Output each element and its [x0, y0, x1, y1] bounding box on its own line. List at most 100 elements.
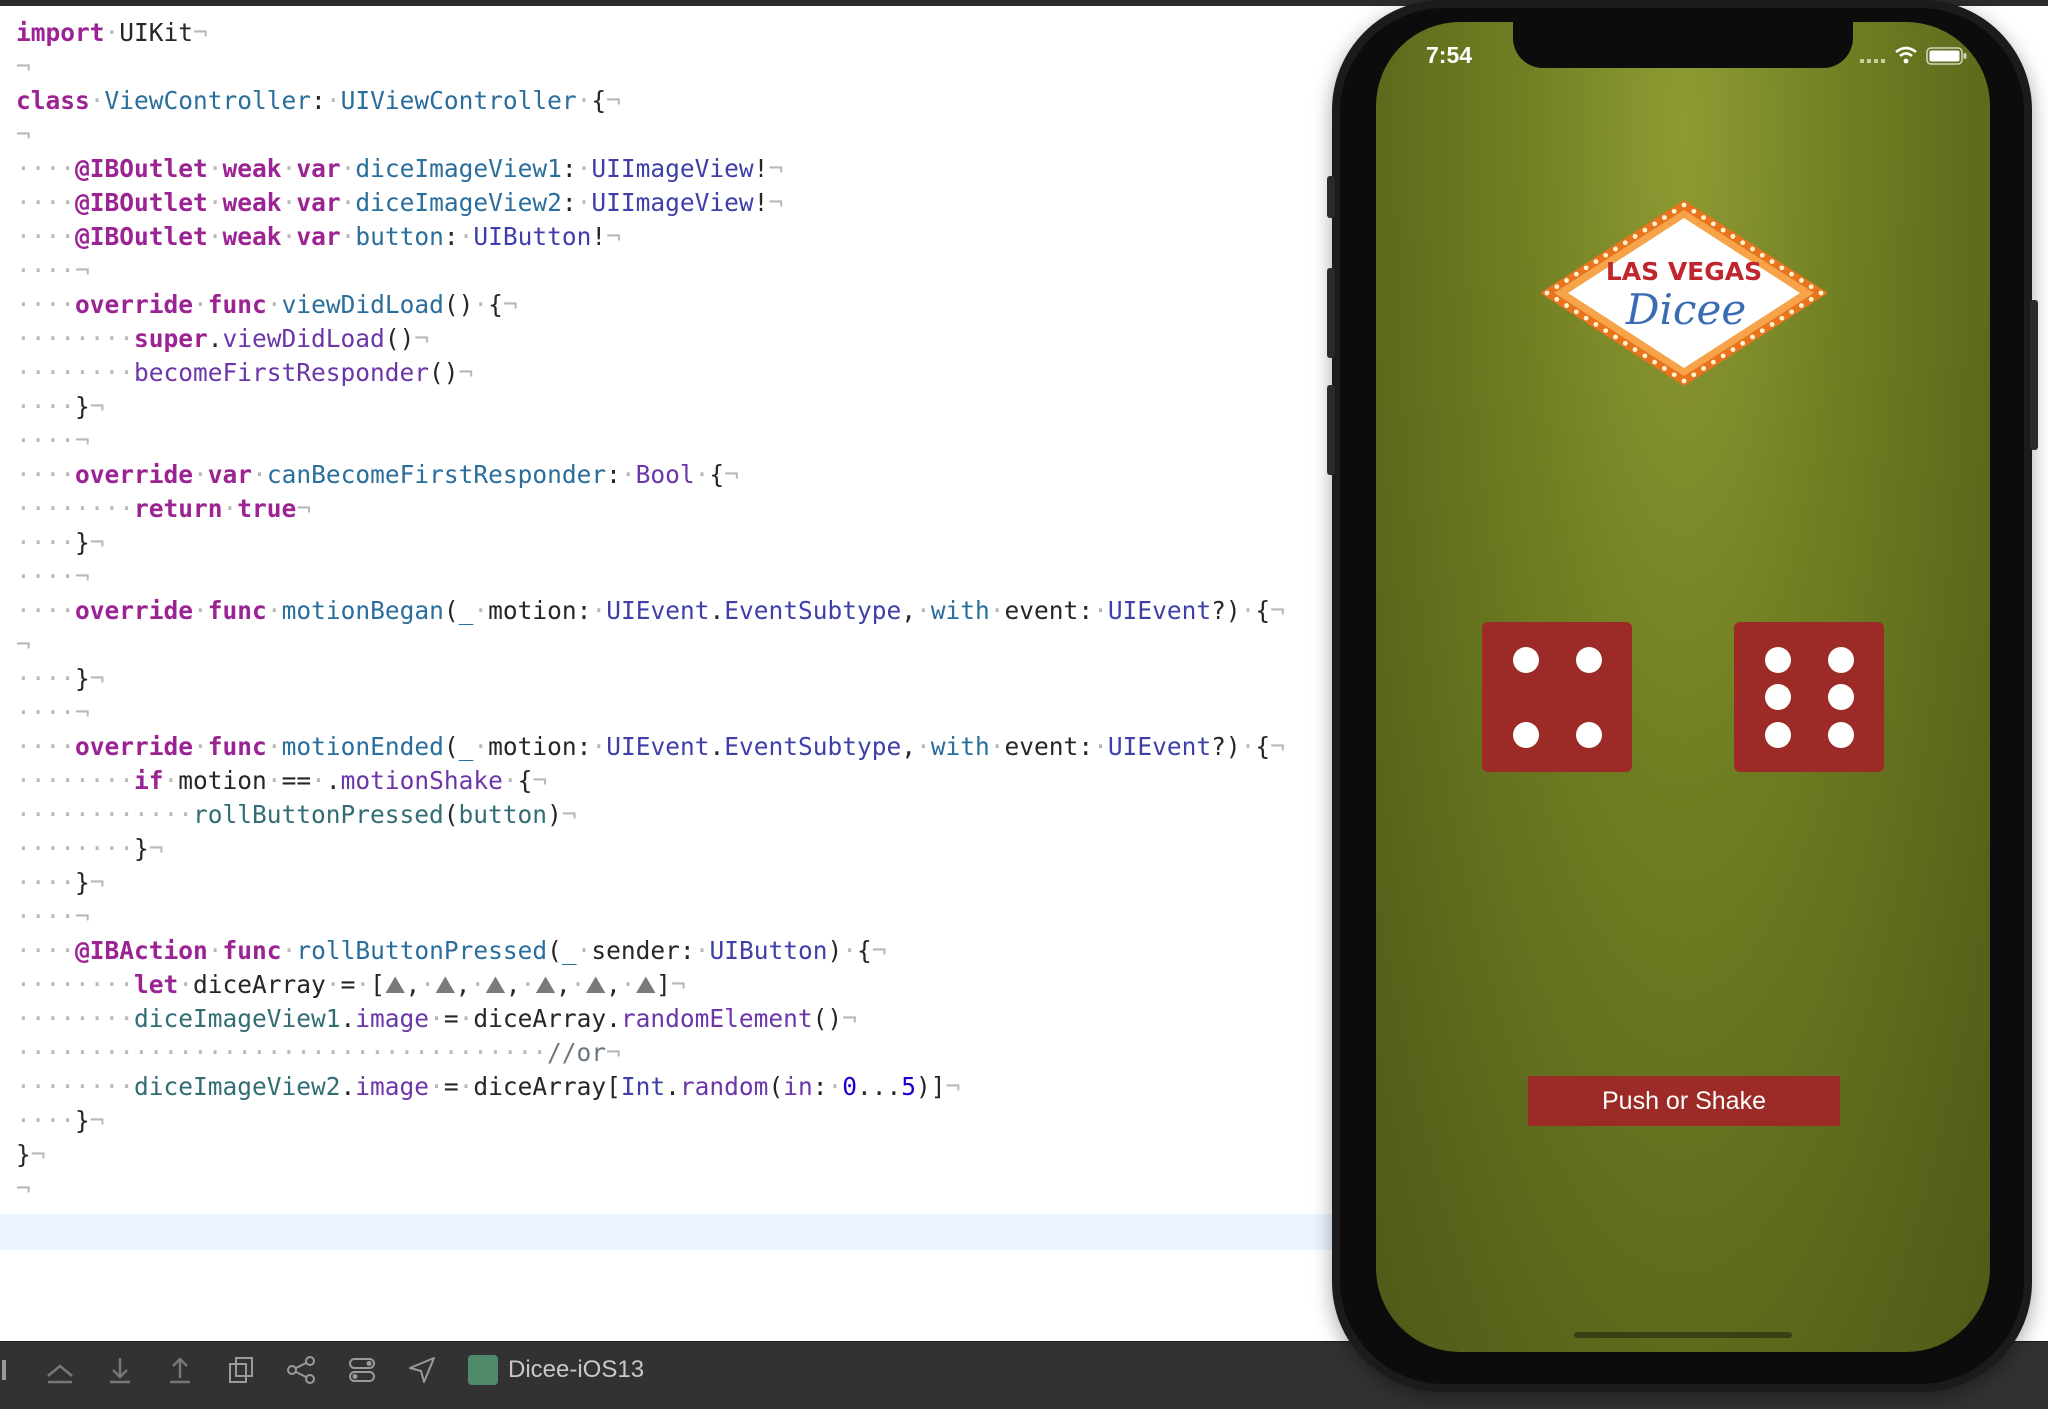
code-token: ·: [576, 86, 592, 115]
code-token: weak: [222, 222, 282, 251]
code-token: with: [930, 732, 990, 761]
code-token: true: [237, 494, 297, 523]
code-token: becomeFirstResponder: [134, 358, 430, 387]
code-token: ·: [325, 86, 341, 115]
memory-graph-icon[interactable]: [284, 1352, 320, 1388]
marquee-light: [1808, 284, 1814, 290]
code-token: ·: [207, 222, 223, 251]
code-token: ·: [266, 596, 282, 625]
code-line: ····@IBOutlet·weak·var·button:·UIButton!…: [16, 220, 621, 254]
code-token: var: [296, 154, 341, 183]
code-token: ·: [576, 188, 592, 217]
step-over-icon[interactable]: [42, 1352, 78, 1388]
scheme-label[interactable]: Dicee-iOS13: [508, 1356, 644, 1384]
marquee-light: [1799, 303, 1804, 308]
code-token: (): [443, 290, 474, 319]
die-pip: [1764, 684, 1791, 710]
code-line: }¬: [16, 1138, 46, 1172]
code-token: ····¬: [16, 562, 90, 591]
code-token: (: [443, 800, 459, 829]
code-line: ¬: [16, 50, 31, 84]
app-icon: [468, 1355, 498, 1385]
view-hierarchy-icon[interactable]: [224, 1352, 260, 1388]
code-token: ·: [355, 970, 371, 999]
marquee-light: [1671, 372, 1677, 378]
code-token: ····: [16, 596, 76, 625]
code-token: ,: [605, 970, 621, 999]
code-token: !: [753, 154, 769, 183]
code-token: ¬: [89, 868, 105, 897]
marquee-light: [1642, 227, 1648, 233]
code-token: ·: [325, 970, 341, 999]
code-line: ········becomeFirstResponder()¬: [16, 356, 473, 390]
current-line-highlight: [0, 1214, 1400, 1250]
marquee-light: [1789, 309, 1795, 315]
step-out-icon[interactable]: [162, 1352, 198, 1388]
code-token: ·: [207, 188, 223, 217]
code-token: :: [576, 732, 592, 761]
marquee-light: [1613, 334, 1618, 340]
code-token: ·: [842, 936, 857, 965]
code-token: diceArray: [473, 1004, 607, 1033]
marquee-light: [1710, 221, 1716, 227]
code-token: func: [222, 936, 282, 965]
code-token: ,: [901, 732, 916, 761]
battery-icon: [1926, 47, 1967, 65]
code-line: ¬: [16, 628, 31, 662]
code-token: ¬: [768, 188, 784, 217]
code-token: func: [207, 290, 267, 319]
code-token: [: [606, 1072, 621, 1101]
code-token: image: [355, 1072, 430, 1101]
code-token: =: [340, 970, 356, 999]
die-pip: [1827, 721, 1854, 748]
marquee-light: [1554, 296, 1560, 302]
marquee-light: [1730, 347, 1736, 352]
code-token: random: [679, 1072, 769, 1101]
code-token: override: [75, 290, 194, 319]
code-token: ,: [555, 970, 571, 999]
logo-title: LAS VEGAS: [1606, 257, 1762, 286]
location-icon[interactable]: [404, 1352, 440, 1388]
code-token: motionEnded: [281, 732, 444, 761]
code-token: ·: [458, 1004, 474, 1033]
code-token: motion: [488, 732, 577, 761]
die-pip: [1512, 721, 1539, 748]
marquee-light: [1613, 246, 1618, 252]
code-token: ¬: [414, 324, 430, 353]
code-token: ]: [656, 970, 671, 999]
code-token: ····¬: [16, 902, 90, 931]
code-token: :: [311, 86, 326, 115]
code-token: ········: [16, 324, 135, 353]
marquee-light: [1583, 265, 1589, 271]
code-token: {: [856, 936, 872, 965]
signal-icon: [1860, 59, 1885, 63]
die-pip: [1827, 646, 1854, 673]
sidebar-toggle-icon[interactable]: [0, 1352, 36, 1388]
code-token: :: [561, 188, 577, 217]
code-token: ····: [16, 936, 76, 965]
source-editor[interactable]: import·UIKit¬ ¬ class·ViewController:·UIVi…: [0, 6, 1400, 1341]
marquee-light: [1622, 240, 1628, 246]
code-token: ·: [193, 596, 208, 625]
code-token: ········: [16, 834, 135, 863]
code-token: _: [458, 732, 474, 761]
environment-overrides-icon[interactable]: [344, 1352, 380, 1388]
code-token: ·: [163, 766, 179, 795]
code-token: ·: [520, 970, 536, 999]
code-token: (: [547, 936, 562, 965]
code-line: ····}¬: [16, 390, 105, 424]
push-or-shake-button[interactable]: Push or Shake: [1528, 1076, 1840, 1126]
code-line: ····¬: [16, 560, 90, 594]
code-token: ¬: [768, 154, 784, 183]
code-token: event: [1004, 732, 1079, 761]
marquee-light: [1779, 265, 1785, 271]
image-literal-icon: ⛰: [435, 970, 456, 999]
step-into-icon[interactable]: [102, 1352, 138, 1388]
right-die: [1734, 622, 1884, 772]
code-token: ¬: [1270, 732, 1285, 761]
code-token: ¬: [842, 1004, 857, 1033]
image-literal-icon: ⛰: [485, 970, 506, 999]
code-token: ,: [405, 970, 421, 999]
code-token: }: [75, 868, 90, 897]
code-token: ·: [281, 154, 297, 183]
